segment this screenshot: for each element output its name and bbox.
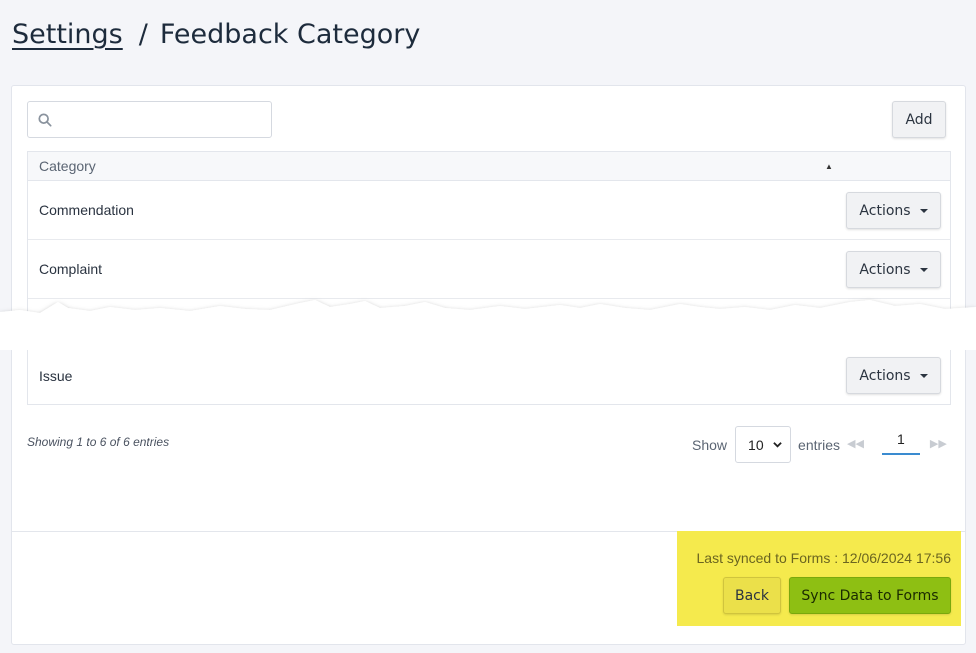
category-name: Issue: [39, 367, 73, 384]
chevron-down-icon: [773, 442, 782, 448]
last-synced-text: Last synced to Forms : 12/06/2024 17:56: [696, 550, 952, 566]
show-label: Show: [692, 436, 728, 453]
table-row: Complaint Actions: [28, 240, 950, 299]
search-icon: [38, 112, 52, 127]
sync-highlight-area: Last synced to Forms : 12/06/2024 17:56 …: [677, 531, 961, 626]
actions-dropdown-button[interactable]: Actions: [846, 192, 941, 229]
page-1-button[interactable]: 1: [881, 431, 920, 455]
previous-page-icon[interactable]: ◀◀: [847, 437, 864, 450]
page-length-value: 10: [748, 436, 764, 453]
actions-dropdown-button[interactable]: Actions: [846, 251, 941, 288]
actions-dropdown-button[interactable]: Actions: [846, 357, 941, 394]
page-title: Feedback Category: [159, 18, 421, 50]
column-header-category[interactable]: Category ▲: [28, 152, 950, 181]
category-table: Category ▲ Commendation Actions Complain…: [27, 151, 951, 405]
pagination: ◀◀ 1 ▶▶: [847, 431, 947, 455]
caret-down-icon: [919, 208, 928, 213]
table-row: Commendation Actions: [28, 181, 950, 240]
page-length-select[interactable]: 10: [735, 426, 792, 463]
add-button[interactable]: Add: [892, 101, 946, 138]
sync-data-to-forms-button[interactable]: Sync Data to Forms: [789, 577, 951, 614]
actions-label: Actions: [859, 261, 911, 278]
entries-label: entries: [798, 436, 841, 453]
caret-down-icon: [919, 267, 928, 272]
sort-ascending-icon[interactable]: ▲: [825, 162, 833, 171]
back-button[interactable]: Back: [723, 577, 781, 614]
table-row: Issue Actions: [28, 346, 950, 405]
actions-label: Actions: [859, 367, 911, 384]
breadcrumb-settings-link[interactable]: Settings: [12, 19, 123, 50]
category-name: Complaint: [39, 261, 103, 277]
column-header-label: Category: [39, 158, 96, 174]
caret-down-icon: [919, 373, 928, 378]
breadcrumb-separator: /: [138, 18, 148, 50]
search-input[interactable]: [60, 111, 260, 128]
breadcrumb: Settings / Feedback Category: [12, 14, 420, 54]
category-name: Commendation: [39, 202, 134, 218]
actions-label: Actions: [859, 202, 911, 219]
search-box[interactable]: [27, 101, 272, 138]
page-length-control: Show 10 entries: [692, 426, 840, 463]
table-info: Showing 1 to 6 of 6 entries: [27, 435, 170, 449]
next-page-icon[interactable]: ▶▶: [930, 437, 947, 450]
